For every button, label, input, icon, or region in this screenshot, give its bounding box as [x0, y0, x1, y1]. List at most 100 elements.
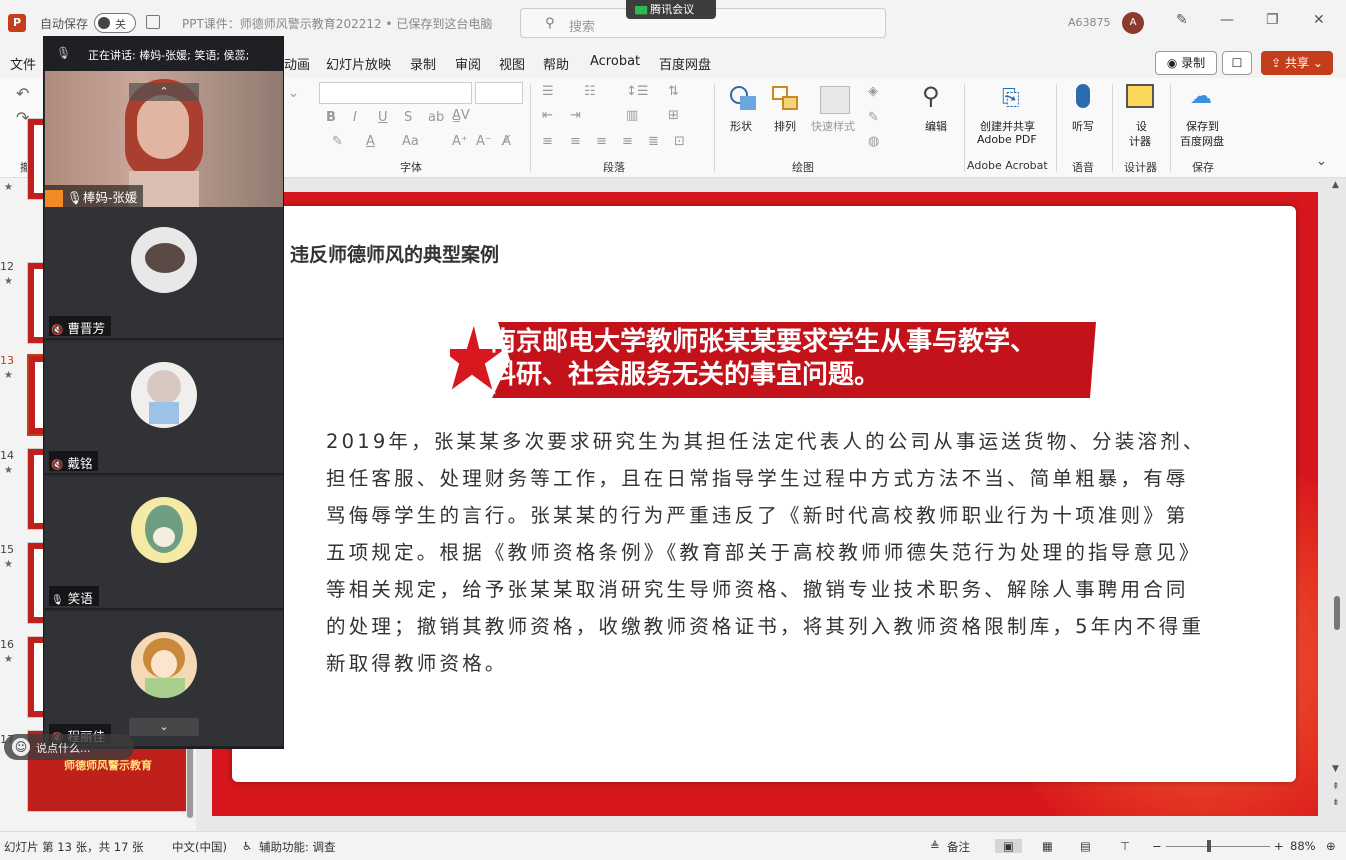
reading-view-icon[interactable]: ▤ — [1080, 839, 1091, 853]
menu-baidu[interactable]: 百度网盘 — [659, 54, 711, 73]
align-right-icon[interactable]: ≡ — [596, 134, 607, 149]
ribbon-collapse-icon[interactable]: ⌄ — [1316, 154, 1327, 169]
shape-effects-icon[interactable]: ◍ — [868, 134, 879, 149]
arrange-label[interactable]: 排列 — [774, 118, 796, 134]
arrange-icon[interactable] — [772, 86, 800, 112]
quick-styles-label[interactable]: 快速样式 — [811, 118, 855, 134]
decrease-indent-icon[interactable]: ⇤ — [542, 108, 553, 123]
shape-fill-icon[interactable]: ◈ — [868, 84, 878, 99]
scroll-down-icon[interactable]: ▼ — [1332, 764, 1339, 774]
dropdown-chevron-icon[interactable]: ⌄ — [288, 86, 299, 101]
scroll-down-icon[interactable]: ⌄ — [129, 718, 199, 736]
prev-slide-icon[interactable]: ⇞ — [1332, 782, 1340, 792]
increase-indent-icon[interactable]: ⇥ — [570, 108, 581, 123]
save-baidu-label-1[interactable]: 保存到 — [1186, 118, 1219, 134]
scroll-up-icon[interactable]: ▲ — [1332, 180, 1339, 190]
menu-help[interactable]: 帮助 — [543, 54, 569, 73]
bold-icon[interactable]: B — [326, 110, 336, 125]
zoom-out-icon[interactable]: − — [1152, 839, 1162, 853]
adobe-pdf-label[interactable]: Adobe PDF — [977, 133, 1037, 146]
font-name-select[interactable] — [319, 82, 472, 104]
participant-tile[interactable]: 🔇 戴铭 — [45, 342, 283, 475]
meeting-indicator[interactable]: ▮▮▮ 腾讯会议 — [626, 0, 716, 19]
pen-icon[interactable]: ✎ — [1176, 12, 1188, 28]
slide-heading[interactable]: 违反师德师风的典型案例 — [290, 240, 499, 267]
slideshow-icon[interactable]: ⊤ — [1120, 839, 1130, 853]
menu-view[interactable]: 视图 — [499, 54, 525, 73]
document-title[interactable]: PPT课件：师德师风警示教育202212 • 已保存到这台电脑 — [182, 15, 492, 32]
fit-slide-icon[interactable]: ⊕ — [1326, 839, 1336, 853]
accessibility-status[interactable]: 辅助功能: 调查 — [259, 839, 336, 855]
minimize-icon[interactable]: — — [1220, 12, 1234, 28]
avatar[interactable]: A — [1122, 12, 1144, 34]
record-button[interactable]: ◉ 录制 — [1155, 51, 1217, 75]
numbering-icon[interactable]: ☷ — [584, 84, 596, 99]
case-icon[interactable]: Aa — [402, 134, 419, 149]
participant-tile[interactable]: 🔇 曹晋芳 — [45, 207, 283, 340]
strikethrough-icon[interactable]: ab — [428, 110, 444, 125]
slide-body-text[interactable]: 2019年，张某某多次要求研究生为其担任法定代表人的公司从事运送货物、分装溶剂、… — [326, 423, 1206, 682]
grow-font-icon[interactable]: A⁺ — [452, 134, 468, 149]
slide-canvas[interactable]: 违反师德师风的典型案例 南京邮电大学教师张某某要求学生从事与教学、科研、社会服务… — [212, 192, 1318, 816]
comments-button[interactable]: ☐ — [1222, 51, 1252, 75]
language-indicator[interactable]: 中文(中国) — [172, 839, 227, 855]
font-size-select[interactable] — [475, 82, 523, 104]
notes-button[interactable]: 备注 — [947, 839, 970, 855]
underline-icon[interactable]: U — [378, 110, 388, 125]
notes-icon[interactable]: ≜ — [930, 839, 940, 853]
dictate-label[interactable]: 听写 — [1072, 118, 1094, 134]
slide-sorter-icon[interactable]: ▦ — [1042, 839, 1053, 853]
zoom-level[interactable]: 88% — [1290, 839, 1316, 853]
scroll-thumb[interactable] — [1334, 596, 1340, 630]
char-spacing-icon[interactable]: A̳V — [452, 108, 470, 123]
scroll-up-icon[interactable]: ⌃ — [129, 83, 199, 101]
align-center-icon[interactable]: ≡ — [570, 134, 581, 149]
bullets-icon[interactable]: ☰ — [542, 84, 554, 99]
line-spacing-icon[interactable]: ↕☰ — [626, 84, 649, 99]
save-baidu-label-2[interactable]: 百度网盘 — [1180, 133, 1224, 149]
slide-counter[interactable]: 幻灯片 第 13 张，共 17 张 — [4, 839, 144, 855]
undo-icon[interactable]: ↶ — [16, 84, 29, 103]
menu-file[interactable]: 文件 — [10, 54, 36, 73]
smartart-icon[interactable]: ⊡ — [674, 134, 685, 149]
create-share-label[interactable]: 创建并共享 — [980, 118, 1035, 134]
shadow-icon[interactable]: S — [404, 110, 412, 125]
menu-record[interactable]: 录制 — [410, 54, 436, 73]
clear-format-icon[interactable]: A̸ — [502, 134, 511, 149]
save-icon[interactable] — [146, 15, 160, 29]
shape-outline-icon[interactable]: ✎ — [868, 110, 879, 125]
sort-icon[interactable]: ⇅ — [668, 84, 679, 99]
menu-slideshow[interactable]: 幻灯片放映 — [326, 54, 391, 73]
font-color-icon[interactable]: A — [366, 134, 375, 149]
designer-label-1[interactable]: 设 — [1136, 118, 1147, 134]
shrink-font-icon[interactable]: A⁻ — [476, 134, 492, 149]
slide-vertical-scrollbar[interactable]: ▲ ▼ ⇞ ⇟ — [1330, 178, 1344, 831]
shapes-icon[interactable] — [730, 86, 758, 112]
zoom-slider[interactable] — [1166, 846, 1270, 847]
designer-icon[interactable] — [1126, 84, 1154, 108]
align-left-icon[interactable]: ≡ — [542, 134, 553, 149]
zoom-in-icon[interactable]: + — [1274, 839, 1284, 853]
emoji-icon[interactable]: ☺ — [12, 738, 30, 756]
shapes-label[interactable]: 形状 — [730, 118, 752, 134]
designer-label-2[interactable]: 计器 — [1129, 133, 1151, 149]
text-direction-icon[interactable]: ⊞ — [668, 108, 679, 123]
editing-label[interactable]: 编辑 — [925, 118, 947, 134]
find-icon[interactable]: ⚲ — [922, 82, 940, 110]
microphone-icon[interactable] — [1076, 84, 1090, 108]
menu-acrobat[interactable]: Acrobat — [590, 54, 640, 69]
banner-title[interactable]: 南京邮电大学教师张某某要求学生从事与教学、科研、社会服务无关的事宜问题。 — [490, 326, 1050, 392]
highlight-icon[interactable]: ✎ — [332, 134, 343, 149]
comment-input[interactable]: ☺ 说点什么... — [4, 734, 134, 760]
video-tile-host[interactable]: ⌃ 🎙棒妈-张媛 — [45, 71, 283, 207]
close-icon[interactable]: ✕ — [1313, 12, 1325, 28]
menu-animation[interactable]: 动画 — [284, 54, 310, 73]
participant-tile[interactable]: ⌄ 🔇程丽佳 — [45, 612, 283, 748]
baidu-cloud-icon[interactable]: ☁ — [1190, 84, 1212, 109]
menu-review[interactable]: 审阅 — [455, 54, 481, 73]
accessibility-icon[interactable]: ♿ — [242, 839, 252, 853]
pdf-share-icon[interactable]: ⎘ — [1002, 86, 1020, 111]
quick-styles-icon[interactable] — [820, 86, 850, 114]
columns-icon[interactable]: ▥ — [626, 108, 638, 123]
justify-icon[interactable]: ≡ — [622, 134, 633, 149]
